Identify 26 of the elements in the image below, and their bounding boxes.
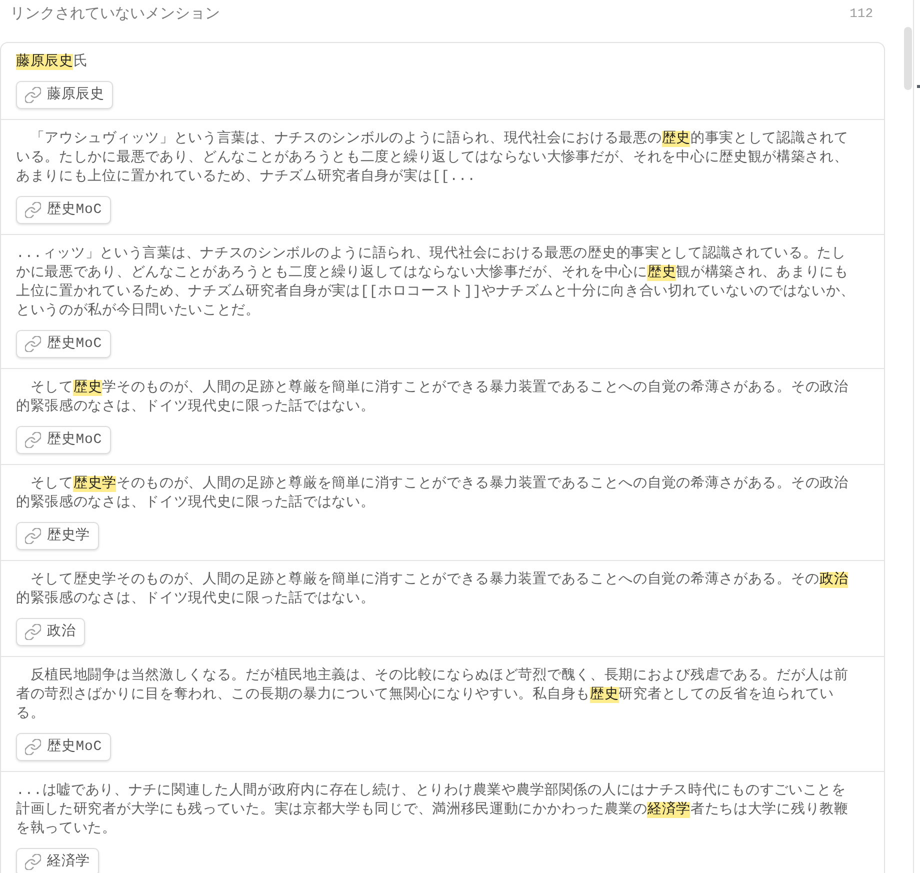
link-button[interactable]: 歴史MoC	[16, 330, 111, 358]
link-button[interactable]: 歴史MoC	[16, 426, 111, 454]
link-icon	[25, 432, 41, 448]
scrollbar[interactable]	[904, 27, 912, 90]
link-button[interactable]: 歴史MoC	[16, 196, 111, 224]
mention-count: 112	[850, 5, 873, 24]
mention-text: ...ィッツ」という言葉は、ナチスのシンボルのように語られ、現代社会における最悪の歴史的事実として認識されている。たしかに最悪であり、どんなことがあろうとも二度と繰り返してはならない大惨事だが、それを中心に歴史観が構築され、あまりにも上位に置かれているため、ナチズム研究者自身が実は[[ホロコースト]]やナチズムと十分に向き合い切れていないのではないか、というのが私が今日問いたいことだ。	[16, 245, 856, 321]
link-button[interactable]: 藤原辰史	[16, 81, 114, 109]
mention-text: そして歴史学そのものが、人間の足跡と尊厳を簡単に消すことができる暴力装置であることへの自覚の希薄さがある。その政治 的緊張感のなさは、ドイツ現代史に限った話ではない。	[16, 571, 850, 609]
link-button[interactable]: 歴史学	[16, 522, 100, 550]
panel-title: リンクされていないメンション	[10, 4, 220, 24]
link-icon	[25, 202, 41, 218]
link-icon	[25, 528, 41, 544]
mention-text: ...は嘘であり、ナチに関連した人間が政府内に存在し続け、とりわけ農業や農学部関係の人にはナチス時代にものすごいことを計画した研究者が大学にも残っていた。実は京都大学も同じで、満洲移民運動にかかわった農業の経済学者たちは大学に残り教鞭を執っていた。	[16, 782, 850, 839]
link-icon	[25, 854, 41, 870]
link-button[interactable]: 経済学	[16, 848, 100, 873]
link-button[interactable]: 歴史MoC	[16, 733, 111, 761]
link-icon	[25, 739, 41, 755]
link-button[interactable]: 政治	[16, 618, 85, 646]
link-icon	[25, 336, 41, 352]
mention-text: 「アウシュヴィッツ」という言葉は、ナチスのシンボルのように語られ、現代社会における最悪の歴史的事実として認識されている。たしかに最悪であり、どんなことがあろうとも二度と繰り返してはならない大惨事だが、それを中心に歴史観が構築され、あまりにも上位に置かれているため、ナチズム研究者自身が実は[[...	[16, 130, 850, 187]
mention-text: そして歴史学そのものが、人間の足跡と尊厳を簡単に消すことができる暴力装置であることへの自覚の希薄さがある。その政治的緊張感のなさは、ドイツ現代史に限った話ではない。	[16, 379, 850, 417]
link-icon	[25, 87, 41, 103]
mention-text: 藤原辰史氏	[16, 53, 89, 72]
mention-text: そして歴史学そのものが、人間の足跡と尊厳を簡単に消すことができる暴力装置であることへの自覚の希薄さがある。その政治的緊張感のなさは、ドイツ現代史に限った話ではない。	[16, 475, 850, 513]
link-icon	[25, 624, 41, 640]
